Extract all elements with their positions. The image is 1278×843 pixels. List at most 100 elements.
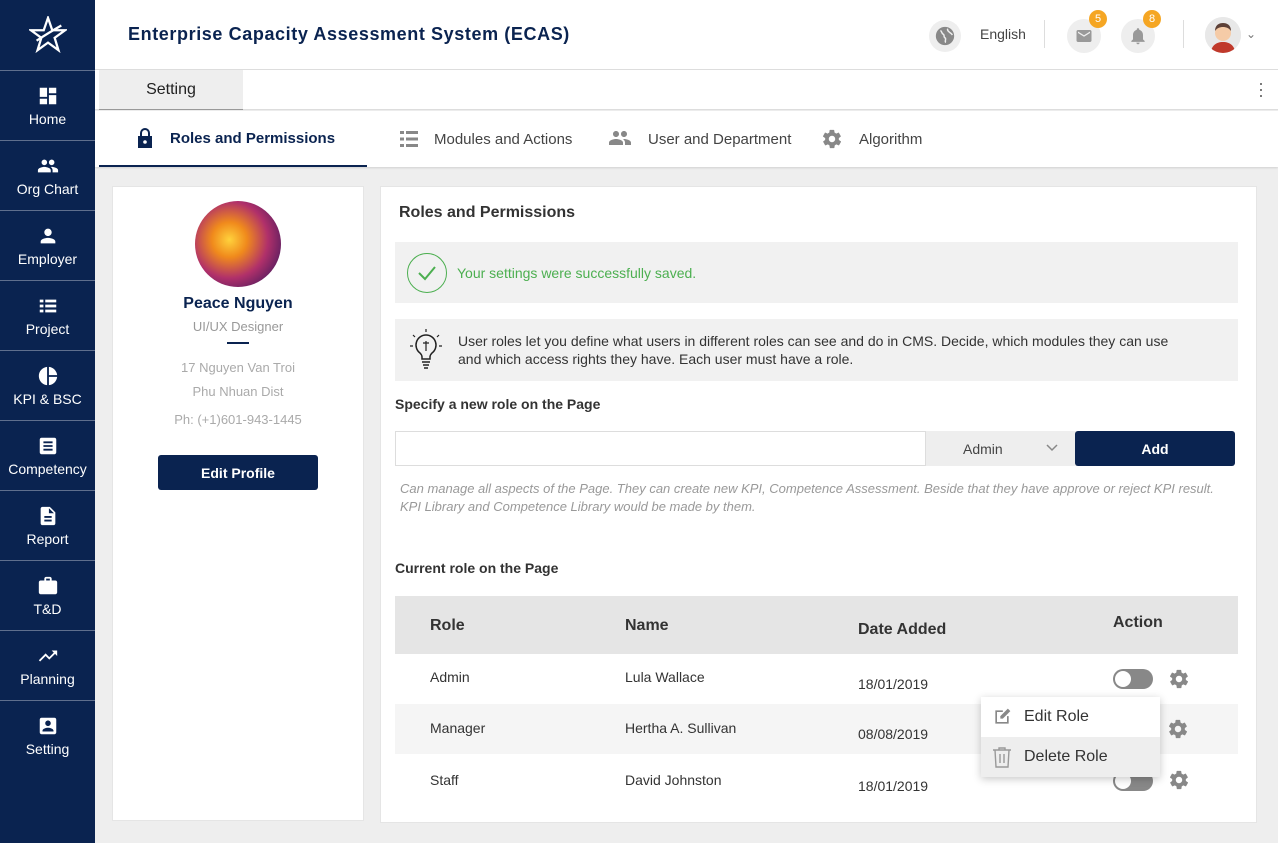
gear-icon[interactable] bbox=[1167, 718, 1189, 740]
avatar-icon bbox=[1205, 17, 1241, 53]
sidebar-item-org-chart[interactable]: Org Chart bbox=[0, 140, 95, 210]
row-role: Admin bbox=[430, 669, 470, 685]
tab-roles-and-permissions[interactable]: Roles and Permissions bbox=[99, 111, 367, 167]
row-name: Hertha A. Sullivan bbox=[625, 720, 737, 736]
mail-badge: 5 bbox=[1089, 10, 1107, 28]
column-role: Role bbox=[430, 617, 465, 634]
row-name: David Johnston bbox=[625, 772, 722, 788]
row-name: Lula Wallace bbox=[625, 669, 705, 685]
sidebar-item-label: KPI & BSC bbox=[13, 390, 82, 407]
tab-setting[interactable]: Setting bbox=[99, 70, 243, 110]
edit-profile-button[interactable]: Edit Profile bbox=[158, 455, 318, 490]
info-box: User roles let you define what users in … bbox=[395, 319, 1238, 381]
row-role: Manager bbox=[430, 720, 486, 736]
sidebar-item-employer[interactable]: Employer bbox=[0, 210, 95, 280]
delete-role-label: Delete Role bbox=[1024, 748, 1108, 765]
chevron-down-icon[interactable]: ⌄ bbox=[1246, 27, 1256, 41]
profile-name: Peace Nguyen bbox=[183, 295, 293, 312]
row-date: 18/01/2019 bbox=[858, 676, 929, 692]
user-avatar[interactable] bbox=[1205, 17, 1241, 53]
sidebar-item-label: Employer bbox=[17, 250, 78, 267]
globe-icon bbox=[935, 26, 955, 46]
tab-label: Algorithm bbox=[859, 130, 923, 148]
people-icon bbox=[609, 131, 631, 145]
column-name: Name bbox=[625, 617, 669, 634]
settings-subtabs: Roles and Permissions Modules and Action… bbox=[95, 111, 1278, 167]
mail-icon bbox=[1076, 30, 1092, 42]
role-description-hint: Can manage all aspects of the Page. They… bbox=[400, 481, 1214, 514]
tab-label: Modules and Actions bbox=[434, 130, 573, 148]
profile-address: 17 Nguyen Van Troi Phu Nhuan Dist bbox=[113, 356, 363, 404]
table-header: Role Name Date Added Action bbox=[395, 596, 1238, 654]
gear-icon bbox=[822, 129, 842, 149]
people-icon bbox=[37, 159, 58, 172]
language-label[interactable]: English bbox=[980, 26, 1026, 42]
edit-icon bbox=[995, 708, 1011, 724]
tab-label: Roles and Permissions bbox=[170, 129, 336, 147]
header-divider bbox=[1183, 20, 1184, 48]
row-role: Staff bbox=[430, 772, 459, 788]
header-divider bbox=[1044, 20, 1045, 48]
success-message: Your settings were successfully saved. bbox=[457, 264, 697, 281]
profile-divider bbox=[227, 342, 249, 344]
trend-icon bbox=[38, 650, 57, 661]
specify-role-label: Specify a new role on the Page bbox=[395, 396, 601, 412]
badge-icon bbox=[39, 717, 56, 734]
sidebar-item-planning[interactable]: Planning bbox=[0, 630, 95, 700]
address-line-1: 17 Nguyen Van Troi bbox=[181, 360, 295, 375]
row-date: 08/08/2019 bbox=[858, 726, 929, 742]
role-toggle[interactable] bbox=[1113, 669, 1153, 689]
role-name-input[interactable] bbox=[395, 431, 926, 466]
role-select-value: Admin bbox=[963, 440, 1003, 457]
more-vert-icon[interactable]: · · · bbox=[1258, 74, 1264, 104]
column-date-added: Date Added bbox=[858, 621, 947, 638]
sidebar-item-td[interactable]: T&D bbox=[0, 560, 95, 630]
sidebar-item-competency[interactable]: Competency bbox=[0, 420, 95, 490]
current-roles-label: Current role on the Page bbox=[395, 560, 559, 576]
setting-strip: Setting · · · bbox=[95, 70, 1278, 110]
sidebar-item-setting[interactable]: Setting bbox=[0, 700, 95, 770]
panel-title: Roles and Permissions bbox=[399, 204, 576, 221]
sidebar-item-label: Report bbox=[26, 530, 69, 547]
dashboard-icon bbox=[39, 87, 56, 104]
sidebar-item-project[interactable]: Project bbox=[0, 280, 95, 350]
tab-modules-and-actions[interactable]: Modules and Actions bbox=[400, 111, 572, 167]
sidebar-item-label: T&D bbox=[33, 600, 62, 617]
top-header: Enterprise Capacity Assessment System (E… bbox=[95, 0, 1278, 70]
address-line-2: Phu Nhuan Dist bbox=[192, 384, 284, 399]
mail-button[interactable]: 5 bbox=[1067, 10, 1107, 53]
notification-button[interactable]: 8 bbox=[1121, 10, 1161, 53]
sidebar-item-label: Planning bbox=[20, 670, 75, 687]
sidebar-item-home[interactable]: Home bbox=[0, 70, 95, 140]
document-icon bbox=[39, 437, 56, 454]
gear-icon[interactable] bbox=[1168, 769, 1190, 791]
add-role-button[interactable]: Add bbox=[1075, 431, 1235, 466]
success-alert: Your settings were successfully saved. bbox=[395, 242, 1238, 303]
language-globe-button[interactable] bbox=[929, 20, 961, 52]
profile-avatar bbox=[195, 201, 281, 287]
person-icon bbox=[40, 228, 55, 243]
file-icon bbox=[40, 506, 55, 525]
edit-role-menu-item[interactable]: Edit Role bbox=[981, 697, 1160, 737]
role-type-select[interactable]: Admin bbox=[926, 431, 1077, 466]
gear-icon[interactable] bbox=[1168, 668, 1190, 690]
sidebar: Home Org Chart Employer Project KPI & BS… bbox=[0, 0, 95, 843]
list-icon bbox=[400, 131, 418, 147]
sidebar-item-label: Home bbox=[28, 110, 67, 127]
briefcase-icon bbox=[38, 576, 57, 594]
notification-badge: 8 bbox=[1143, 10, 1161, 28]
app-logo[interactable] bbox=[0, 0, 95, 70]
sidebar-item-report[interactable]: Report bbox=[0, 490, 95, 560]
app-title: Enterprise Capacity Assessment System (E… bbox=[128, 24, 570, 44]
lock-icon bbox=[138, 128, 152, 148]
sidebar-item-label: Setting bbox=[25, 740, 70, 757]
edit-role-label: Edit Role bbox=[1024, 708, 1089, 725]
tab-label: User and Department bbox=[648, 130, 792, 148]
sidebar-item-kpi-bsc[interactable]: KPI & BSC bbox=[0, 350, 95, 420]
chevron-down-icon bbox=[1046, 444, 1058, 452]
row-date: 18/01/2019 bbox=[858, 778, 929, 794]
star-logo-icon bbox=[28, 16, 67, 54]
delete-role-menu-item[interactable]: Delete Role bbox=[981, 737, 1160, 777]
tab-user-and-department[interactable]: User and Department bbox=[608, 111, 791, 167]
tab-algorithm[interactable]: Algorithm bbox=[821, 111, 922, 167]
